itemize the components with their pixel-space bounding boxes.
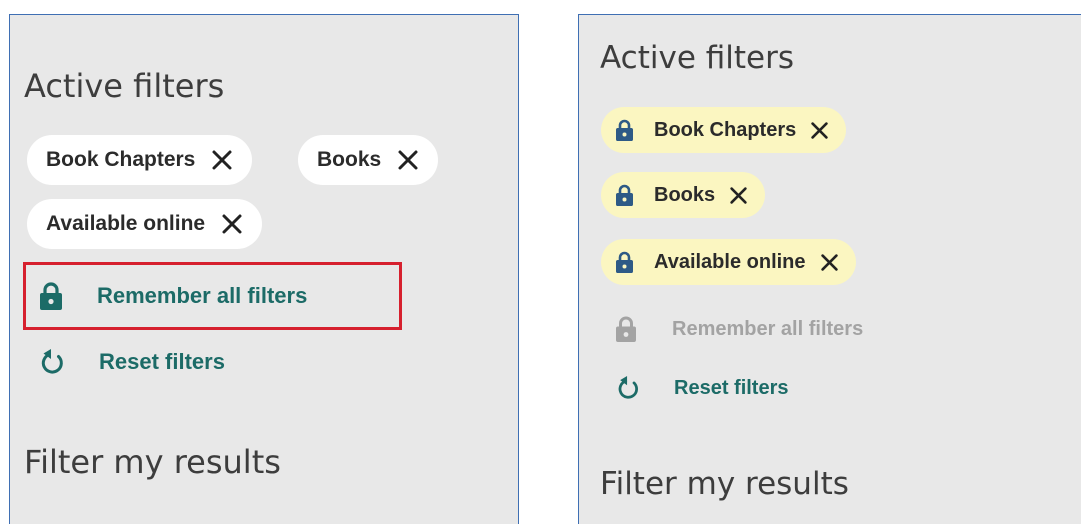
filter-chip-available-online-locked[interactable]: Available online: [601, 239, 856, 285]
remember-all-filters-label: Remember all filters: [97, 283, 308, 308]
lock-icon: [616, 316, 636, 342]
filter-chip-book-chapters-locked[interactable]: Book Chapters: [601, 107, 847, 153]
chip-label: Available online: [46, 212, 206, 235]
reset-icon: [618, 376, 638, 399]
remember-all-filters-button-disabled: Remember all filters: [615, 315, 863, 343]
chip-label: Available online: [654, 250, 806, 273]
chip-label: Books: [654, 183, 716, 206]
chip-label: Books: [317, 148, 382, 171]
active-filters-heading: Active filters: [24, 67, 225, 105]
close-icon[interactable]: [221, 213, 243, 235]
close-icon[interactable]: [397, 149, 419, 171]
filter-chip-books-locked[interactable]: Books: [601, 172, 766, 218]
filter-chip-books[interactable]: Books: [298, 135, 439, 185]
lock-icon: [616, 184, 633, 206]
reset-filters-button[interactable]: Reset filters: [39, 348, 225, 376]
filters-panel-after: Active filters Book Chapters Books Avail…: [578, 14, 1081, 524]
reset-filters-label: Reset filters: [99, 349, 225, 374]
close-icon[interactable]: [729, 186, 748, 205]
remember-all-filters-label: Remember all filters: [672, 317, 864, 340]
remember-all-filters-button[interactable]: Remember all filters: [39, 281, 307, 311]
lock-icon: [40, 282, 62, 310]
filter-chip-book-chapters[interactable]: Book Chapters: [27, 135, 253, 185]
reset-filters-button[interactable]: Reset filters: [616, 375, 789, 401]
filter-chip-available-online[interactable]: Available online: [27, 199, 263, 249]
reset-icon: [41, 349, 63, 374]
chip-label: Book Chapters: [46, 148, 196, 171]
filter-my-results-heading: Filter my results: [24, 443, 281, 481]
close-icon[interactable]: [820, 253, 839, 272]
lock-icon: [616, 251, 633, 273]
filters-panel-before: Active filters Book Chapters Books Avail…: [9, 14, 519, 524]
close-icon[interactable]: [211, 149, 233, 171]
close-icon[interactable]: [810, 121, 829, 140]
lock-icon: [616, 119, 633, 141]
filter-my-results-heading: Filter my results: [600, 466, 849, 502]
chip-label: Book Chapters: [654, 118, 797, 141]
reset-filters-label: Reset filters: [674, 376, 789, 399]
active-filters-heading: Active filters: [600, 40, 795, 76]
